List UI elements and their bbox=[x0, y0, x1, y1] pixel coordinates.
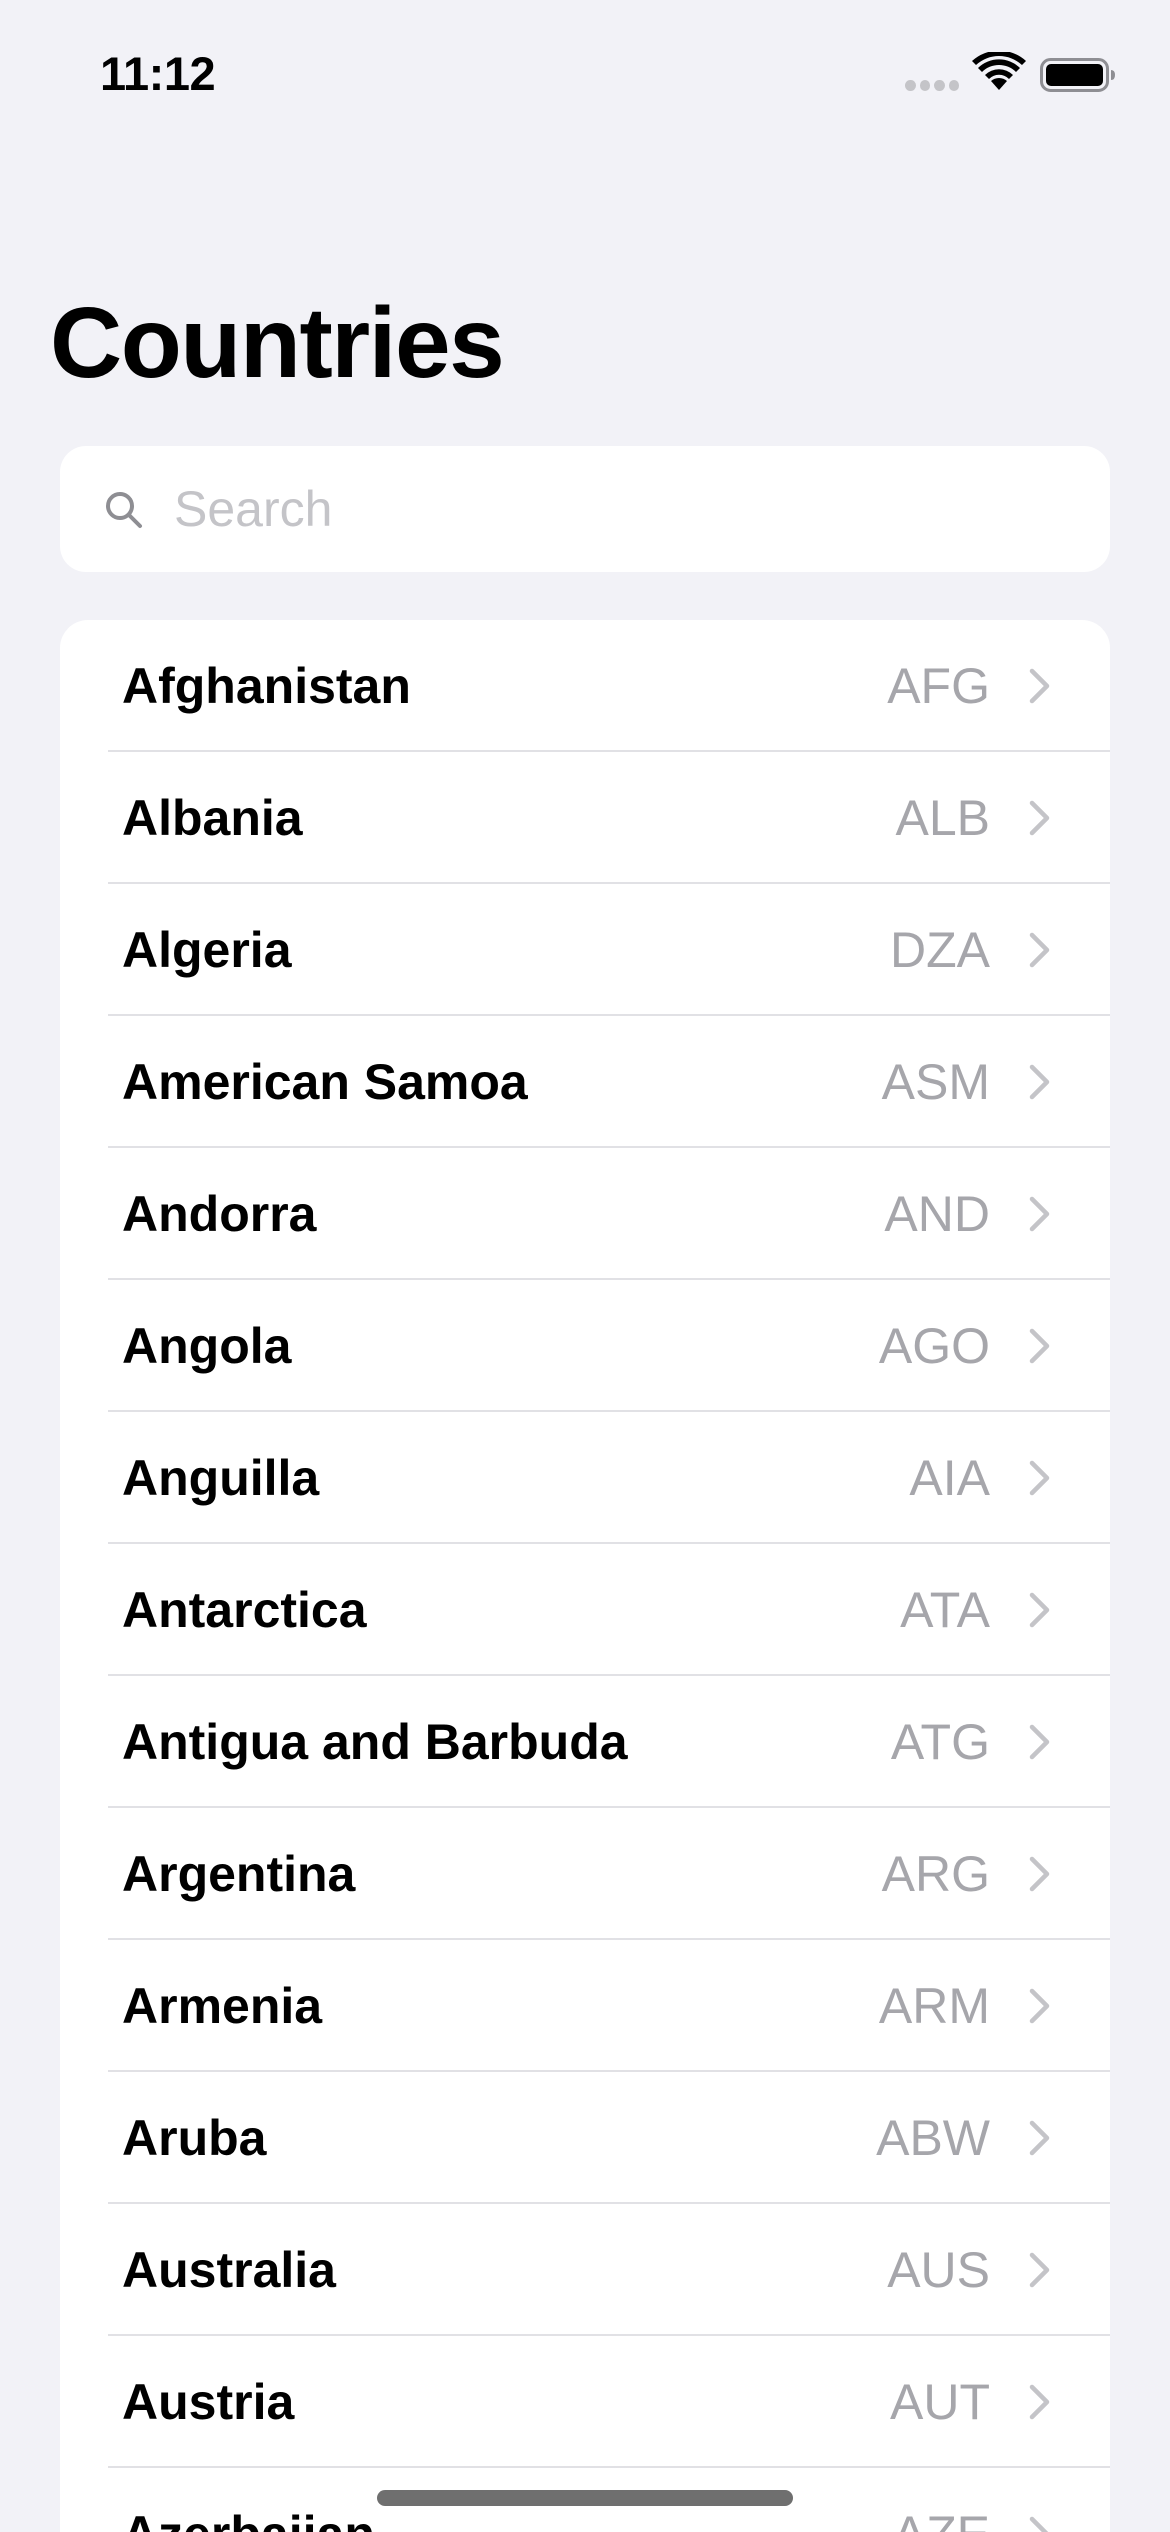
country-row[interactable]: Aruba ABW bbox=[60, 2072, 1110, 2204]
country-row[interactable]: American Samoa ASM bbox=[60, 1016, 1110, 1148]
chevron-right-icon bbox=[1029, 2516, 1049, 2532]
country-row[interactable]: Algeria DZA bbox=[60, 884, 1110, 1016]
chevron-right-icon bbox=[1029, 1856, 1050, 1892]
country-name: Armenia bbox=[122, 1978, 323, 2034]
page-title: Countries bbox=[50, 287, 505, 399]
chevron-right-icon bbox=[1029, 2252, 1050, 2288]
status-time: 11:12 bbox=[100, 47, 216, 100]
country-row[interactable]: Anguilla AIA bbox=[60, 1412, 1110, 1544]
country-code: ARM bbox=[878, 1978, 990, 2034]
chevron-right-icon bbox=[1029, 800, 1050, 836]
country-row[interactable]: Afghanistan AFG bbox=[60, 620, 1110, 752]
country-name: American Samoa bbox=[122, 1054, 528, 1110]
country-name: Antarctica bbox=[122, 1582, 367, 1638]
country-name: Australia bbox=[122, 2242, 336, 2298]
chevron-right-icon bbox=[1029, 2120, 1050, 2156]
battery-icon bbox=[1040, 58, 1115, 92]
country-list: Afghanistan AFG Albania ALB Algeria DZA Americ… bbox=[60, 620, 1110, 2532]
country-row[interactable]: Andorra AND bbox=[60, 1148, 1110, 1280]
country-code: ABW bbox=[876, 2110, 990, 2166]
country-code: AUT bbox=[890, 2374, 990, 2430]
country-name: Aruba bbox=[122, 2110, 267, 2166]
search-input[interactable] bbox=[174, 446, 1074, 572]
chevron-right-icon bbox=[1029, 1196, 1050, 1232]
wifi-icon bbox=[972, 52, 1026, 90]
chevron-right-icon bbox=[1029, 1724, 1050, 1760]
chevron-right-icon bbox=[1029, 1064, 1050, 1100]
country-code: ATG bbox=[890, 1714, 990, 1770]
country-code: AIA bbox=[909, 1450, 990, 1506]
country-row[interactable]: Armenia ARM bbox=[60, 1940, 1110, 2072]
countries-screen: 11:12 Countries Afghanistan AFG Albania ALB… bbox=[0, 0, 1170, 2532]
country-name: Argentina bbox=[122, 1846, 356, 1902]
chevron-right-icon bbox=[1029, 2384, 1050, 2420]
chevron-right-icon bbox=[1029, 1328, 1050, 1364]
country-name: Albania bbox=[122, 790, 303, 846]
country-code: ASM bbox=[881, 1054, 990, 1110]
country-row[interactable]: Albania ALB bbox=[60, 752, 1110, 884]
country-name: Azerbaijan bbox=[122, 2505, 375, 2532]
chevron-right-icon bbox=[1029, 1460, 1050, 1496]
country-code: AUS bbox=[887, 2242, 990, 2298]
home-indicator[interactable] bbox=[377, 2490, 793, 2506]
country-name: Angola bbox=[122, 1318, 292, 1374]
country-row[interactable]: Angola AGO bbox=[60, 1280, 1110, 1412]
country-code: ATA bbox=[900, 1582, 990, 1638]
country-code: DZA bbox=[890, 922, 990, 978]
country-name: Andorra bbox=[122, 1186, 317, 1242]
country-code: ALB bbox=[895, 790, 990, 846]
country-code: AZE bbox=[893, 2505, 990, 2532]
country-code: ARG bbox=[881, 1846, 990, 1902]
cellular-signal-icon bbox=[905, 80, 959, 92]
chevron-right-icon bbox=[1029, 1592, 1050, 1628]
country-row[interactable]: Australia AUS bbox=[60, 2204, 1110, 2336]
country-code: AND bbox=[884, 1186, 990, 1242]
chevron-right-icon bbox=[1029, 932, 1050, 968]
chevron-right-icon bbox=[1029, 1988, 1050, 2024]
chevron-right-icon bbox=[1029, 668, 1050, 704]
country-code: AGO bbox=[878, 1318, 990, 1374]
country-row[interactable]: Antigua and Barbuda ATG bbox=[60, 1676, 1110, 1808]
status-bar: 11:12 bbox=[0, 0, 1170, 150]
country-name: Algeria bbox=[122, 922, 292, 978]
country-name: Antigua and Barbuda bbox=[122, 1714, 628, 1770]
search-icon bbox=[106, 492, 142, 528]
search-bar[interactable] bbox=[60, 446, 1110, 572]
country-name: Afghanistan bbox=[122, 658, 411, 714]
country-row[interactable]: Argentina ARG bbox=[60, 1808, 1110, 1940]
country-name: Austria bbox=[122, 2374, 295, 2430]
country-code: AFG bbox=[887, 658, 990, 714]
country-row[interactable]: Antarctica ATA bbox=[60, 1544, 1110, 1676]
country-name: Anguilla bbox=[122, 1450, 320, 1506]
country-row[interactable]: Austria AUT bbox=[60, 2336, 1110, 2468]
